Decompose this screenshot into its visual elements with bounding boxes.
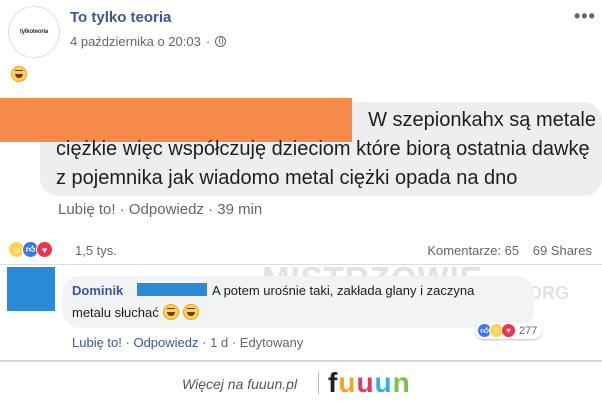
avatar-logo-text: tylkoteoria [19, 29, 49, 35]
embedded-screenshot: W szepionkahx są metale ciężkie więc wsp… [0, 98, 602, 224]
laughing-emoji-icon [182, 304, 199, 320]
reaction-count[interactable]: 1,5 tys. [75, 243, 117, 258]
post-stats: Komentarze: 65 69 Shares [417, 243, 592, 258]
comment-text-tail: metalu słuchać [72, 304, 159, 320]
screenshot-line-1: W szepionkahx są metale [368, 109, 596, 131]
screenshot-line-3: z pojemnika jak wiadomo metal ciężki opa… [56, 167, 518, 189]
post-date[interactable]: 4 października o 20:03 [70, 34, 201, 49]
logo-letter: u [374, 367, 393, 398]
screenshot-comment-text: W szepionkahx są metale ciężkie więc wsp… [56, 106, 602, 193]
action-separator: · [125, 335, 130, 350]
comments-count[interactable]: Komentarze: 65 [427, 243, 519, 258]
laughing-emoji-icon [11, 66, 27, 82]
action-separator: · [202, 335, 207, 350]
comment-reply-link[interactable]: Odpowiedz [133, 335, 198, 350]
action-separator: · [231, 335, 237, 350]
post-text [11, 66, 27, 87]
comment-text-line-2: metalu słuchać [72, 304, 199, 320]
more-options-icon[interactable]: ••• [574, 6, 596, 27]
comment-actions: Lubię to! · Odpowiedz · 1 d · Edytowany [72, 335, 303, 350]
comment-edited-label[interactable]: Edytowany [240, 335, 304, 350]
meta-separator: · [205, 34, 211, 49]
comment-author-avatar[interactable] [7, 267, 55, 311]
logo-letter: n [392, 367, 411, 398]
page-avatar[interactable]: tylkoteoria [8, 6, 60, 58]
logo-letter: u [356, 367, 375, 398]
comment-time[interactable]: 1 d [210, 335, 228, 350]
screenshot-comment-actions: Lubię to! · Odpowiedz · 39 min [58, 201, 263, 218]
comment-reaction-count: 277 [519, 324, 538, 337]
facebook-post-card: tylkoteoria To tylko teoria 4 październi… [0, 0, 602, 362]
laughing-emoji-icon [162, 304, 179, 320]
name-redaction-block [137, 283, 207, 296]
globe-icon [215, 36, 227, 47]
logo-letter: f [328, 367, 339, 398]
love-reaction-icon: ♥ [36, 241, 53, 258]
screenshot-line-2: ciężkie więc współczuję dzieciom które b… [56, 138, 590, 160]
post-meta: 4 października o 20:03 · [70, 34, 227, 49]
comment-author-name[interactable]: Dominik [72, 283, 123, 298]
page-name-link[interactable]: To tylko teoria [70, 9, 171, 26]
comment-text-line-1: A potem urośnie taki, zakłada glany i za… [212, 283, 475, 298]
fuuun-logo[interactable]: fuuun [328, 367, 411, 399]
reaction-icons[interactable]: ☺ 👍︎ ♥ [8, 241, 53, 258]
footer-divider [318, 372, 319, 394]
love-reaction-icon: ♥ [501, 323, 516, 338]
footer-more-link[interactable]: Więcej na fuuun.pl [182, 376, 297, 392]
comment-reactions[interactable]: 👍︎ ☺ ♥ 277 [475, 322, 543, 339]
watermark-suffix: ORG [528, 283, 570, 303]
logo-letter: u [338, 367, 357, 398]
shares-count[interactable]: 69 Shares [533, 243, 592, 258]
comment-like-link[interactable]: Lubię to! [72, 335, 122, 350]
